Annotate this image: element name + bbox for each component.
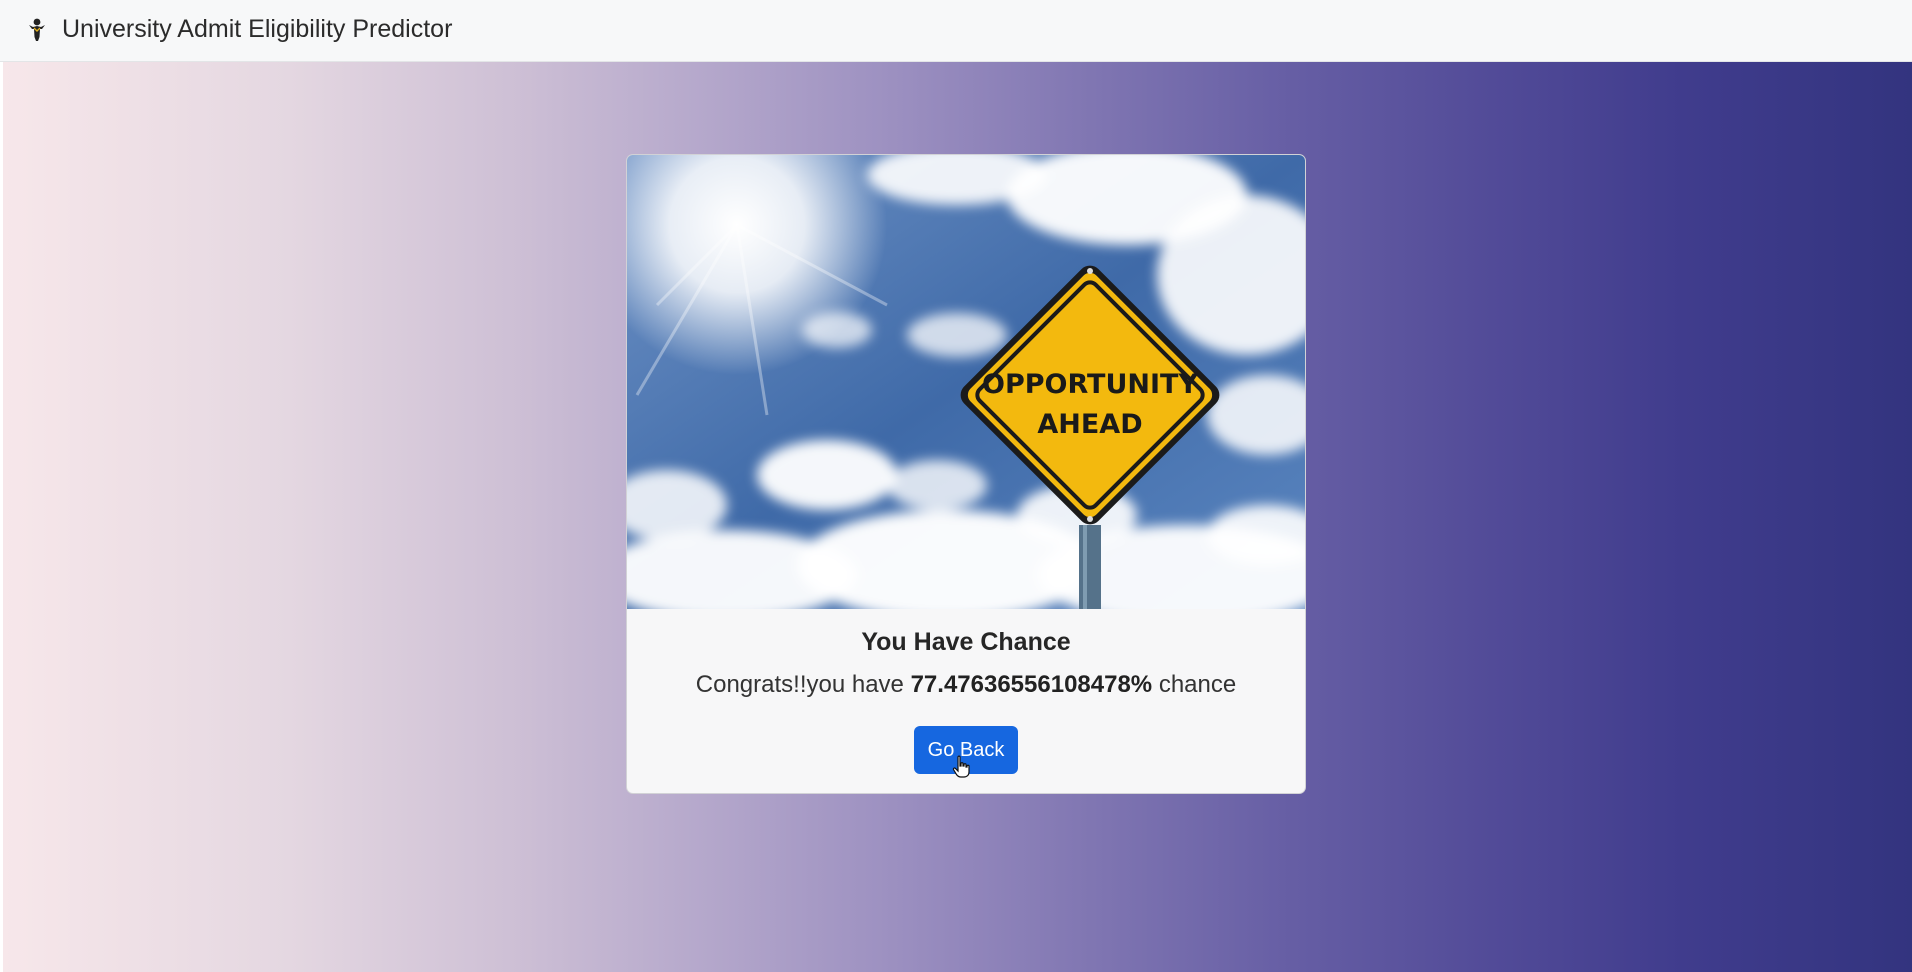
opportunity-ahead-sign-image: OPPORTUNITY AHEAD [627, 155, 1305, 609]
graduate-person-icon[interactable] [24, 16, 50, 42]
top-navbar: University Admit Eligibility Predictor [0, 0, 1912, 62]
message-suffix: chance [1152, 671, 1237, 698]
go-back-button[interactable]: Go Back [914, 726, 1018, 774]
sign-line-1: OPPORTUNITY [982, 369, 1198, 400]
sign-line-2: AHEAD [1037, 409, 1142, 440]
gradient-background: OPPORTUNITY AHEAD You Have Chance Congra… [3, 62, 1912, 972]
result-message: Congrats!!you have 77.47636556108478% ch… [627, 670, 1305, 700]
app-title[interactable]: University Admit Eligibility Predictor [62, 14, 452, 44]
chance-value: 77.47636556108478% [910, 671, 1153, 698]
message-prefix: Congrats!!you have [695, 671, 911, 698]
result-card: OPPORTUNITY AHEAD You Have Chance Congra… [626, 154, 1306, 794]
result-title: You Have Chance [861, 628, 1071, 656]
